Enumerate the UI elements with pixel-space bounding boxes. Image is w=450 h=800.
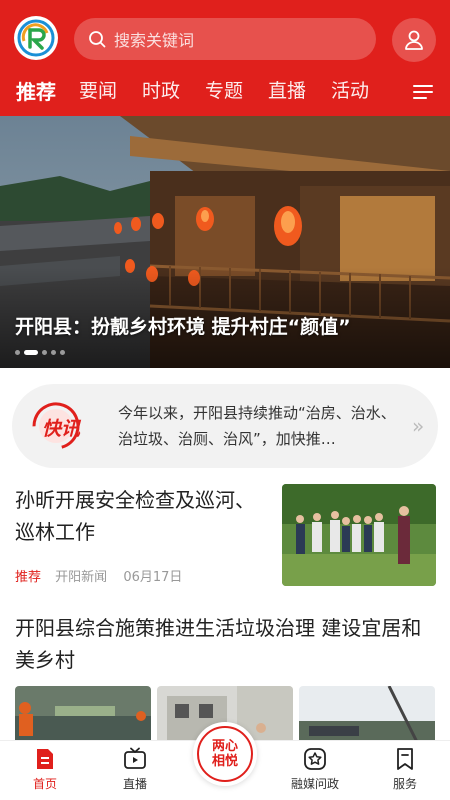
carousel-dot[interactable] <box>15 349 20 355</box>
nav-live[interactable]: 直播 <box>100 747 170 792</box>
user-button[interactable] <box>392 18 436 62</box>
news-title: 开阳县综合施策推进生活垃圾治理 建设宜居和美乡村 <box>15 616 422 672</box>
tab-recommend[interactable]: 推荐 <box>16 76 56 105</box>
news-date: 06月17日 <box>123 570 183 585</box>
news-thumbnail[interactable] <box>282 484 436 586</box>
app-logo-icon <box>17 19 55 57</box>
nav-media-inquiry-label: 融媒问政 <box>290 777 339 791</box>
nav-home[interactable]: 首页 <box>10 747 80 792</box>
news-image-3 <box>299 686 435 746</box>
news-tag: 推荐 <box>15 570 42 585</box>
bookmark-icon <box>397 748 413 770</box>
top-header: 搜索关键词 推荐 要闻 时政 专题 直播 活动 <box>0 0 450 116</box>
search-bar[interactable]: 搜索关键词 <box>74 18 376 60</box>
carousel-dot-active[interactable] <box>24 349 38 355</box>
hero-banner[interactable]: 开阳县：扮靓乡村环境 提升村庄“颜值” <box>0 116 450 368</box>
center-brand-icon: 两心 相悦 <box>197 726 253 782</box>
user-icon <box>405 30 423 50</box>
center-brand-line1: 两心 <box>211 739 238 754</box>
flash-news-badge: 快讯 <box>32 400 104 452</box>
news-item[interactable]: 孙昕开展安全检查及巡河、巡林工作 推荐 开阳新闻 06月17日 <box>0 480 450 590</box>
carousel-dot[interactable] <box>51 349 56 355</box>
news-image[interactable] <box>299 686 435 746</box>
flash-news-card[interactable]: 快讯 今年以来，开阳县持续推动“治房、治水、治垃圾、治厕、治风”，加快推… » <box>12 384 438 468</box>
nav-services[interactable]: 服务 <box>370 747 440 792</box>
tv-icon <box>124 747 146 769</box>
carousel-indicator <box>15 349 65 355</box>
news-image-1 <box>15 686 151 746</box>
carousel-dot[interactable] <box>60 349 65 355</box>
home-doc-icon <box>37 749 53 769</box>
center-brand-button[interactable]: 两心 相悦 <box>193 722 257 786</box>
flash-news-text: 今年以来，开阳县持续推动“治房、治水、治垃圾、治厕、治风”，加快推… <box>118 404 396 448</box>
nav-live-label: 直播 <box>122 777 147 791</box>
nav-services-label: 服务 <box>392 777 417 791</box>
news-meta: 推荐 开阳新闻 06月17日 <box>15 566 182 585</box>
banner-title[interactable]: 开阳县：扮靓乡村环境 提升村庄“颜值” <box>15 312 351 339</box>
star-badge-icon <box>304 748 326 770</box>
nav-media-inquiry[interactable]: 融媒问政 <box>280 747 350 792</box>
search-placeholder: 搜索关键词 <box>114 31 195 50</box>
news-image[interactable] <box>15 686 151 746</box>
news-source: 开阳新闻 <box>55 570 108 585</box>
center-brand-line2: 相悦 <box>211 754 238 769</box>
nav-home-label: 首页 <box>32 777 57 791</box>
tab-politics[interactable]: 时政 <box>142 76 180 103</box>
flash-badge-label: 快讯 <box>42 418 81 440</box>
app-screen: 搜索关键词 推荐 要闻 时政 专题 直播 活动 开阳县：扮靓乡村环境 提升村庄“… <box>0 0 450 800</box>
news-title: 孙昕开展安全检查及巡河、巡林工作 <box>15 488 255 544</box>
app-logo[interactable] <box>14 16 58 60</box>
thumbnail-image <box>282 484 436 586</box>
tab-live[interactable]: 直播 <box>268 76 306 103</box>
tab-headlines[interactable]: 要闻 <box>79 76 117 103</box>
menu-icon[interactable] <box>412 82 434 102</box>
carousel-dot[interactable] <box>42 349 47 355</box>
tab-topics[interactable]: 专题 <box>205 76 243 103</box>
double-chevron-right-icon[interactable]: » <box>412 414 424 438</box>
tab-events[interactable]: 活动 <box>331 76 369 103</box>
category-tabs: 推荐 要闻 时政 专题 直播 活动 <box>0 76 450 108</box>
search-icon <box>89 31 106 48</box>
